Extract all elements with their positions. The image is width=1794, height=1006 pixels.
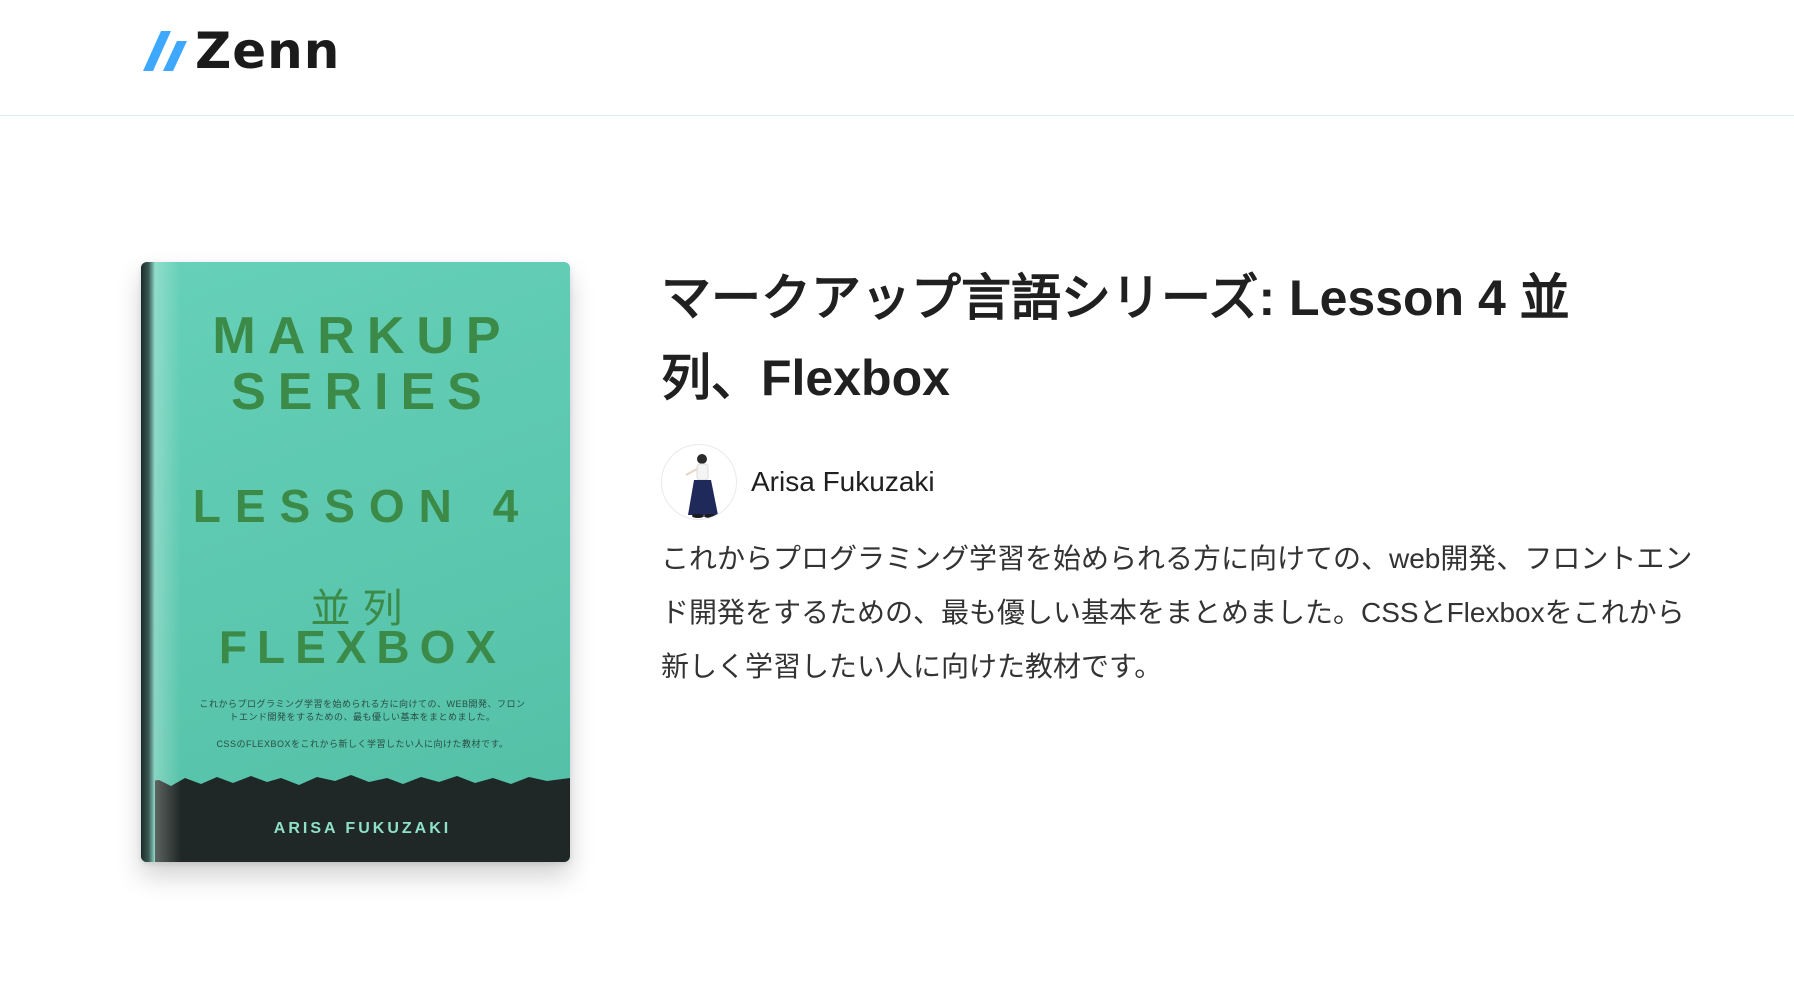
cover-series-line1: MARKUP (212, 307, 513, 365)
author-row[interactable]: Arisa Fukuzaki (661, 444, 935, 520)
avatar-illustration (685, 454, 718, 518)
cover-spine-shine (155, 262, 181, 862)
logo-text: Zenn (195, 22, 341, 80)
site-header: Zenn (0, 0, 1794, 116)
cover-series-title: MARKUP SERIES (155, 308, 570, 420)
author-avatar[interactable] (661, 444, 737, 520)
cover-bottom-band (141, 772, 570, 862)
cover-lesson: LESSON 4 (192, 480, 533, 532)
book-cover[interactable]: MARKUP SERIES LESSON 4 並列 FLEXBOX これからプロ… (141, 262, 570, 862)
cover-series-line2: SERIES (231, 363, 494, 421)
author-name-link[interactable]: Arisa Fukuzaki (751, 466, 935, 498)
book-title: マークアップ言語シリーズ: Lesson 4 並列、Flexbox (661, 270, 1570, 406)
cover-description-2: CSSのFLEXBOXをこれから新しく学習したい人に向けた教材です。 (216, 739, 509, 749)
zenn-logo-icon (143, 31, 187, 71)
cover-author: ARISA FUKUZAKI (273, 820, 452, 837)
cover-spine (141, 262, 155, 862)
cover-torn-edge (141, 775, 570, 862)
book-description: これからプログラミング学習を始められる方に向けての、web開発、フロントエンド開… (661, 543, 1693, 682)
cover-flexbox: FLEXBOX (218, 621, 507, 673)
zenn-logo-link[interactable]: Zenn (141, 26, 340, 76)
cover-description: これからプログラミング学習を始められる方に向けての、WEB開発、フロントエンド開… (199, 699, 526, 722)
